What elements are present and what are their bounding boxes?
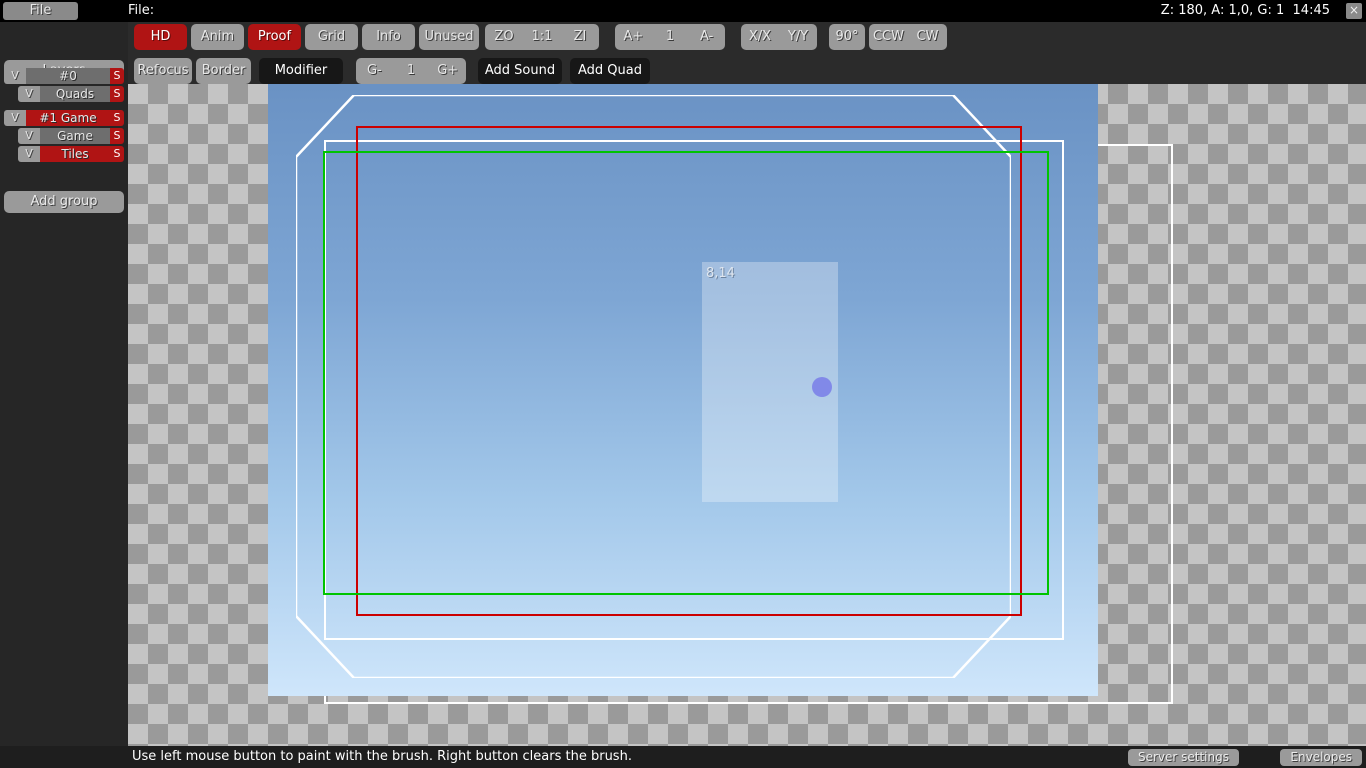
current-file-label: File: xyxy=(128,2,154,20)
layer-row[interactable]: VGameS xyxy=(18,128,124,144)
status-hint-text: Use left mouse button to paint with the … xyxy=(132,746,632,768)
grid-value: 1 xyxy=(393,58,430,84)
layer-name[interactable]: #0 xyxy=(26,68,110,84)
flip-y-button[interactable]: Y/Y xyxy=(779,24,817,50)
toolbar: HD Anim Proof Grid Info Unused ZO 1:1 ZI… xyxy=(128,22,1366,84)
editor-window: File File: Z: 180, A: 1,0, G: 1 14:45 × … xyxy=(0,0,1366,768)
layer-row[interactable]: V#1 GameS xyxy=(4,110,124,126)
modifier-button[interactable]: Modifier xyxy=(259,58,343,84)
rotate-90-button[interactable]: 90° xyxy=(829,24,865,50)
selection-coordinate-label: 8,14 xyxy=(706,267,735,281)
layer-name[interactable]: Quads xyxy=(40,86,110,102)
layer-visibility-toggle[interactable]: V xyxy=(18,86,40,102)
layer-name[interactable]: Tiles xyxy=(40,146,110,162)
layer-name[interactable]: Game xyxy=(40,128,110,144)
layer-visibility-toggle[interactable]: V xyxy=(18,128,40,144)
menu-bar: File File: Z: 180, A: 1,0, G: 1 14:45 × xyxy=(0,0,1366,22)
status-bar: Use left mouse button to paint with the … xyxy=(128,746,1366,768)
envelopes-button[interactable]: Envelopes xyxy=(1280,749,1362,766)
toolbar-button-proof[interactable]: Proof xyxy=(248,24,301,50)
layer-solo-toggle[interactable]: S xyxy=(110,110,124,126)
layer-visibility-toggle[interactable]: V xyxy=(4,68,26,84)
animation-speed-group[interactable]: A+ 1 A- xyxy=(615,24,725,50)
layer-name[interactable]: #1 Game xyxy=(26,110,110,126)
layer-row[interactable]: VQuadsS xyxy=(18,86,124,102)
grid-increase-button[interactable]: G+ xyxy=(429,58,466,84)
rotate-cw-button[interactable]: CW xyxy=(908,24,947,50)
layer-solo-toggle[interactable]: S xyxy=(110,146,124,162)
rotate-control-group[interactable]: CCW CW xyxy=(869,24,947,50)
anim-value: 1 xyxy=(652,24,689,50)
grid-size-group[interactable]: G- 1 G+ xyxy=(356,58,466,84)
zoom-in-button[interactable]: ZI xyxy=(561,24,599,50)
layer-visibility-toggle[interactable]: V xyxy=(4,110,26,126)
add-sound-button[interactable]: Add Sound xyxy=(478,58,562,84)
add-group-button[interactable]: Add group xyxy=(4,191,124,213)
anim-decrease-button[interactable]: A- xyxy=(688,24,725,50)
close-icon[interactable]: × xyxy=(1346,3,1362,19)
map-surface[interactable]: 8,14 xyxy=(268,84,1098,696)
add-quad-button[interactable]: Add Quad xyxy=(570,58,650,84)
menu-file-button[interactable]: File xyxy=(3,2,78,20)
flip-x-button[interactable]: X/X xyxy=(741,24,779,50)
layer-row[interactable]: VTilesS xyxy=(18,146,124,162)
zoom-reset-button[interactable]: 1:1 xyxy=(523,24,561,50)
layer-solo-toggle[interactable]: S xyxy=(110,128,124,144)
toolbar-button-grid[interactable]: Grid xyxy=(305,24,358,50)
layer-row[interactable]: V#0S xyxy=(4,68,124,84)
server-settings-button[interactable]: Server settings xyxy=(1128,749,1239,766)
layer-solo-toggle[interactable]: S xyxy=(110,86,124,102)
border-button[interactable]: Border xyxy=(196,58,251,84)
anim-increase-button[interactable]: A+ xyxy=(615,24,652,50)
editor-status-readout: Z: 180, A: 1,0, G: 1 14:45 xyxy=(1161,2,1330,20)
layer-visibility-toggle[interactable]: V xyxy=(18,146,40,162)
rotate-ccw-button[interactable]: CCW xyxy=(869,24,908,50)
quad-control-point[interactable] xyxy=(812,377,832,397)
toolbar-button-hd[interactable]: HD xyxy=(134,24,187,50)
layer-solo-toggle[interactable]: S xyxy=(110,68,124,84)
flip-control-group[interactable]: X/X Y/Y xyxy=(741,24,817,50)
refocus-button[interactable]: Refocus xyxy=(134,58,192,84)
zoom-control-group[interactable]: ZO 1:1 ZI xyxy=(485,24,599,50)
grid-decrease-button[interactable]: G- xyxy=(356,58,393,84)
camera-bounds-outline xyxy=(296,95,1011,678)
layers-sidebar: Layers V#0SVQuadsSV#1 GameSVGameSVTilesS… xyxy=(0,22,128,746)
map-viewport[interactable]: 8,14 xyxy=(128,84,1366,746)
sidebar-footer xyxy=(0,746,128,768)
toolbar-button-anim[interactable]: Anim xyxy=(191,24,244,50)
zoom-out-button[interactable]: ZO xyxy=(485,24,523,50)
toolbar-button-info[interactable]: Info xyxy=(362,24,415,50)
toolbar-button-unused[interactable]: Unused xyxy=(419,24,479,50)
